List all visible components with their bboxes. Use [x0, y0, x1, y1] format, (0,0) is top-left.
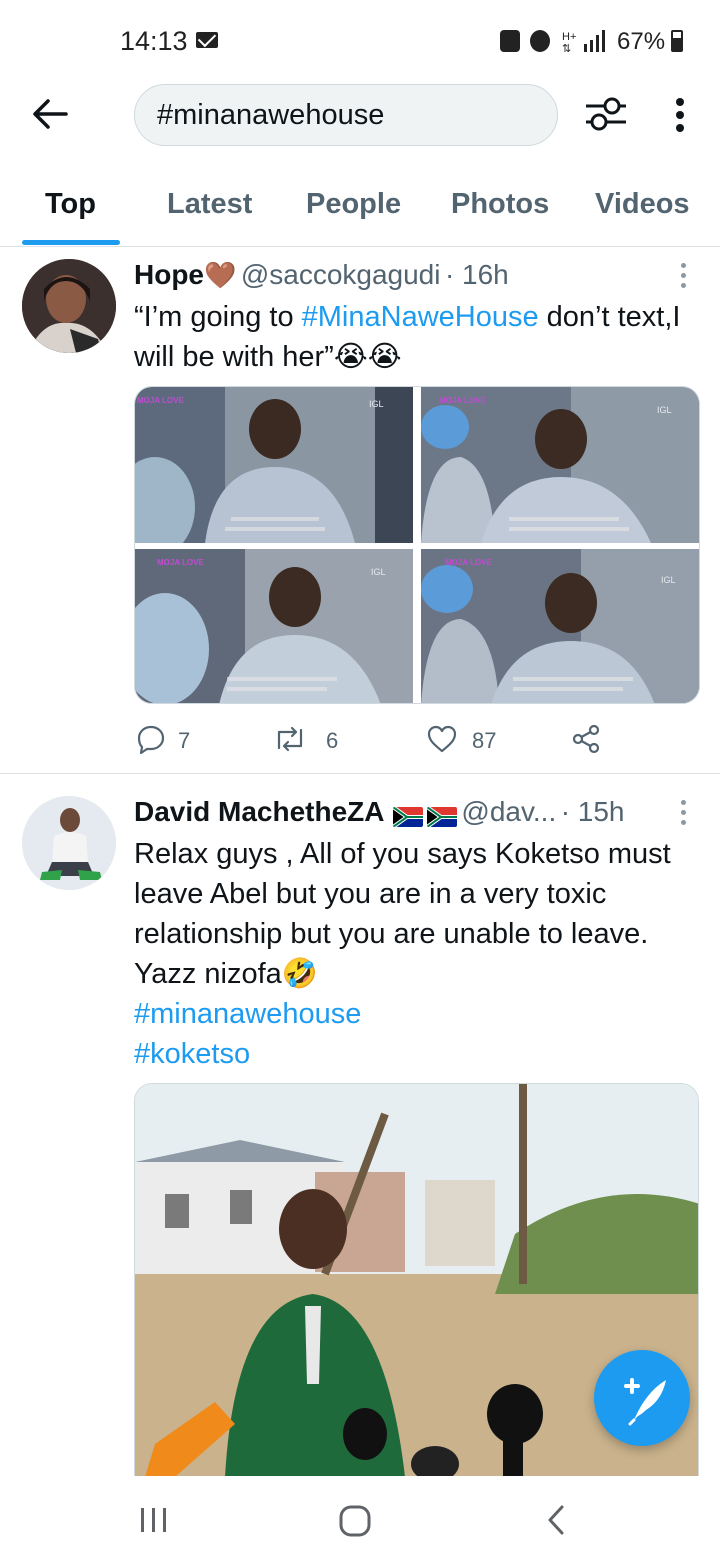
like-count: 87: [472, 728, 497, 753]
battery-percent: 67%: [617, 28, 666, 55]
tab-latest[interactable]: Latest: [167, 188, 252, 221]
battery-level: [673, 37, 681, 50]
display-name[interactable]: Hope: [134, 259, 204, 290]
channel-badge: MOJA LOVE: [439, 396, 486, 405]
media-photo-1[interactable]: MOJA LOVE IGL: [135, 387, 413, 543]
channel-badge: MOJA LOVE: [445, 558, 492, 567]
search-filter-icon[interactable]: [584, 94, 628, 134]
retweet-count: 6: [326, 728, 339, 753]
active-tab-indicator: [22, 240, 120, 245]
back-arrow-icon[interactable]: [30, 96, 70, 132]
status-time: 14:13: [120, 26, 188, 56]
channel-badge: MOJA LOVE: [157, 558, 204, 567]
heart-icon: [427, 725, 457, 753]
tweet-time: · 16h: [444, 259, 509, 290]
share-icon: [572, 724, 600, 754]
tv-scene-image: MOJA LOVE IGL: [135, 387, 413, 543]
heart-emoji: 🤎: [204, 260, 237, 290]
tweet-header: Hope🤎 @saccokgagudi · 16h: [134, 259, 654, 291]
hashtag-link[interactable]: #MinaNaweHouse: [302, 301, 539, 333]
back-nav-icon[interactable]: [544, 1504, 568, 1536]
media-photo-2[interactable]: MOJA LOVE IGL: [421, 387, 699, 543]
tab-top[interactable]: Top: [45, 188, 96, 221]
media-photo-4[interactable]: MOJA LOVE IGL: [421, 549, 699, 703]
retweet-icon: [277, 726, 303, 752]
channel-badge: MOJA LOVE: [137, 396, 184, 405]
signal-icon: H+ ⇅: [562, 30, 605, 54]
tab-videos[interactable]: Videos: [595, 188, 690, 221]
hashtag-link[interactable]: #koketso: [134, 1034, 699, 1074]
tweet-text: “I’m going to #MinaNaweHouse don’t text,…: [134, 297, 694, 377]
avatar[interactable]: [22, 796, 116, 890]
igl-watermark: IGL: [371, 567, 386, 577]
south-africa-flag-icon: [426, 806, 457, 827]
crying-emoji: 😭😭: [333, 341, 402, 373]
south-africa-flag-icon: [392, 806, 423, 827]
tv-scene-image: MOJA LOVE IGL: [135, 549, 413, 703]
avatar[interactable]: [22, 259, 116, 353]
laughing-emoji: 🤣: [281, 958, 318, 990]
avatar-image: [22, 796, 116, 890]
tv-scene-image: MOJA LOVE IGL: [421, 387, 699, 543]
status-bar: 14:13 H+ ⇅ 67%: [0, 0, 720, 84]
tweet-menu-icon[interactable]: [681, 800, 687, 826]
svg-text:H+: H+: [562, 31, 576, 43]
retweet-button[interactable]: 6: [272, 724, 352, 756]
compose-feather-icon: [624, 1378, 666, 1426]
search-query: #minanawehouse: [157, 99, 385, 131]
recycle-icon: [500, 30, 520, 52]
igl-watermark: IGL: [657, 405, 672, 415]
tweet-header: David MachetheZA @dav... · 15h: [134, 796, 674, 828]
tab-photos[interactable]: Photos: [451, 188, 549, 221]
avatar-image: [22, 259, 116, 353]
tweet-menu-icon[interactable]: [681, 263, 687, 289]
system-navigation-bar: [0, 1476, 720, 1560]
svg-text:⇅: ⇅: [562, 43, 571, 54]
search-input[interactable]: #minanawehouse: [134, 84, 558, 146]
tweet-text: Relax guys , All of you says Koketso mus…: [134, 834, 699, 1074]
like-button[interactable]: 87: [426, 724, 506, 756]
recent-apps-icon[interactable]: [138, 1506, 170, 1534]
tweet-media-grid[interactable]: MOJA LOVE IGL MOJA LOVE IGL MOJA LOVE IG…: [134, 386, 700, 704]
igl-watermark: IGL: [369, 399, 384, 409]
home-icon[interactable]: [338, 1504, 372, 1538]
mail-icon: [196, 32, 218, 48]
user-handle[interactable]: @saccokgagudi: [241, 259, 441, 290]
igl-watermark: IGL: [661, 575, 676, 585]
tweet-body: Relax guys , All of you says Koketso mus…: [134, 838, 671, 950]
alarm-icon: [530, 30, 550, 52]
reply-count: 7: [178, 728, 191, 753]
battery-icon: [671, 30, 683, 52]
tweet-time: · 15h: [560, 796, 625, 827]
user-handle[interactable]: @dav...: [461, 796, 556, 827]
share-button[interactable]: [570, 724, 604, 756]
more-options-icon[interactable]: [670, 96, 690, 136]
tab-people[interactable]: People: [306, 188, 401, 221]
tv-scene-image: MOJA LOVE IGL: [421, 549, 699, 703]
compose-tweet-button[interactable]: [594, 1350, 690, 1446]
display-name[interactable]: David MachetheZA: [134, 796, 385, 827]
reply-button[interactable]: 7: [136, 724, 216, 756]
hashtag-link[interactable]: #minanawehouse: [134, 994, 699, 1034]
reply-icon: [137, 725, 165, 755]
tweet-body-line: Yazz nizofa: [134, 958, 282, 990]
media-photo-3[interactable]: MOJA LOVE IGL: [135, 549, 413, 703]
text-part: “I’m going to: [134, 301, 302, 333]
